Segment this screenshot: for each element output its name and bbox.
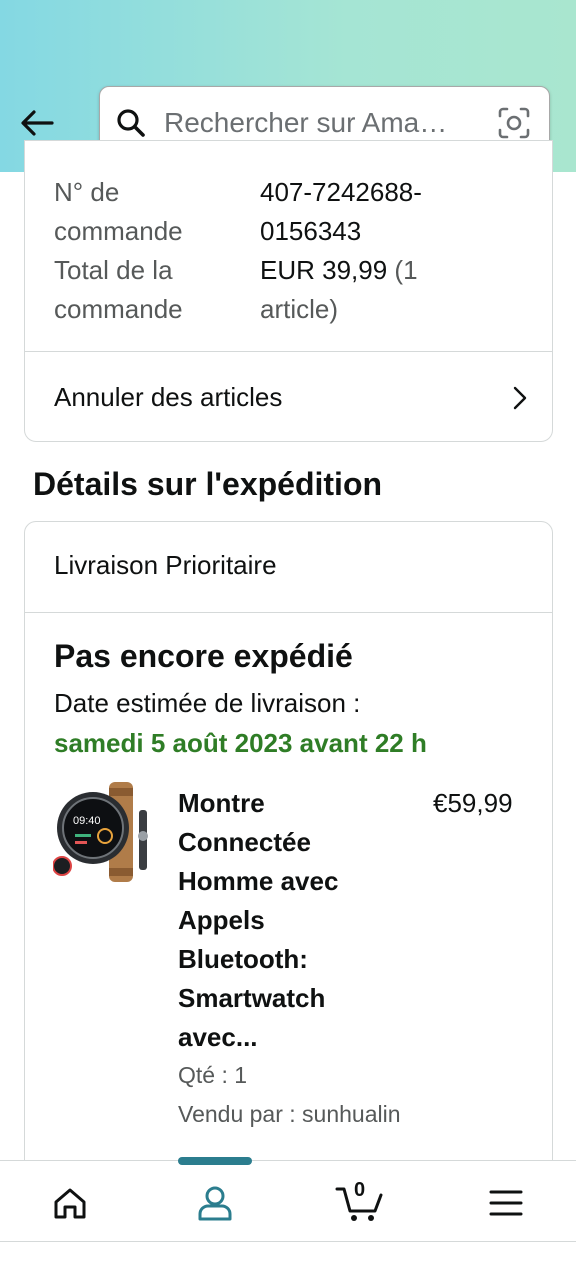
order-total-value: EUR 39,99 (1 article) bbox=[260, 251, 490, 329]
product-title[interactable]: Montre Connectée Homme avec Appels Bluet… bbox=[178, 784, 378, 1057]
order-number-label: N° de commande bbox=[54, 177, 183, 246]
shipping-section-title: Détails sur l'expédition bbox=[33, 466, 383, 502]
shipping-card: Livraison Prioritaire Pas encore expédié… bbox=[24, 521, 553, 1221]
search-placeholder: Rechercher sur Ama… bbox=[164, 106, 448, 138]
chevron-right-icon bbox=[513, 386, 527, 410]
cancel-items-label: Annuler des articles bbox=[54, 381, 283, 412]
order-total-amount: EUR 39,99 bbox=[260, 255, 388, 285]
nav-profile[interactable] bbox=[193, 1181, 237, 1225]
profile-icon bbox=[198, 1186, 232, 1221]
order-info-card: N° de commande 407-7242688- 0156343 Tota… bbox=[24, 140, 553, 442]
product-quantity: Qté : 1 bbox=[178, 1062, 248, 1088]
shipping-method: Livraison Prioritaire bbox=[54, 550, 277, 580]
menu-icon bbox=[489, 1190, 523, 1216]
shipment-status: Pas encore expédié bbox=[54, 638, 353, 674]
nav-cart[interactable]: 0 bbox=[334, 1179, 386, 1225]
bottom-nav: 0 bbox=[0, 1157, 576, 1242]
product-seller: Vendu par : sunhualin bbox=[178, 1101, 401, 1127]
product-image-time: 09:40 bbox=[73, 815, 101, 827]
estimate-label: Date estimée de livraison : bbox=[54, 688, 361, 718]
product-price: €59,99 bbox=[433, 788, 513, 818]
home-icon bbox=[54, 1188, 86, 1219]
cart-count: 0 bbox=[354, 1179, 366, 1201]
nav-menu[interactable] bbox=[484, 1181, 528, 1225]
product-image[interactable]: 09:40 bbox=[53, 780, 157, 888]
camera-icon[interactable] bbox=[497, 106, 531, 140]
search-icon bbox=[116, 108, 146, 138]
order-number-value: 407-7242688- 0156343 bbox=[260, 177, 422, 246]
nav-home[interactable] bbox=[48, 1181, 92, 1225]
back-arrow-icon bbox=[21, 110, 54, 136]
estimate-date: samedi 5 août 2023 avant 22 h bbox=[54, 728, 427, 758]
order-total-label: Total de la commande bbox=[54, 255, 183, 324]
divider bbox=[25, 612, 552, 613]
active-tab-indicator bbox=[178, 1157, 252, 1165]
cancel-items-row[interactable]: Annuler des articles bbox=[25, 352, 552, 442]
